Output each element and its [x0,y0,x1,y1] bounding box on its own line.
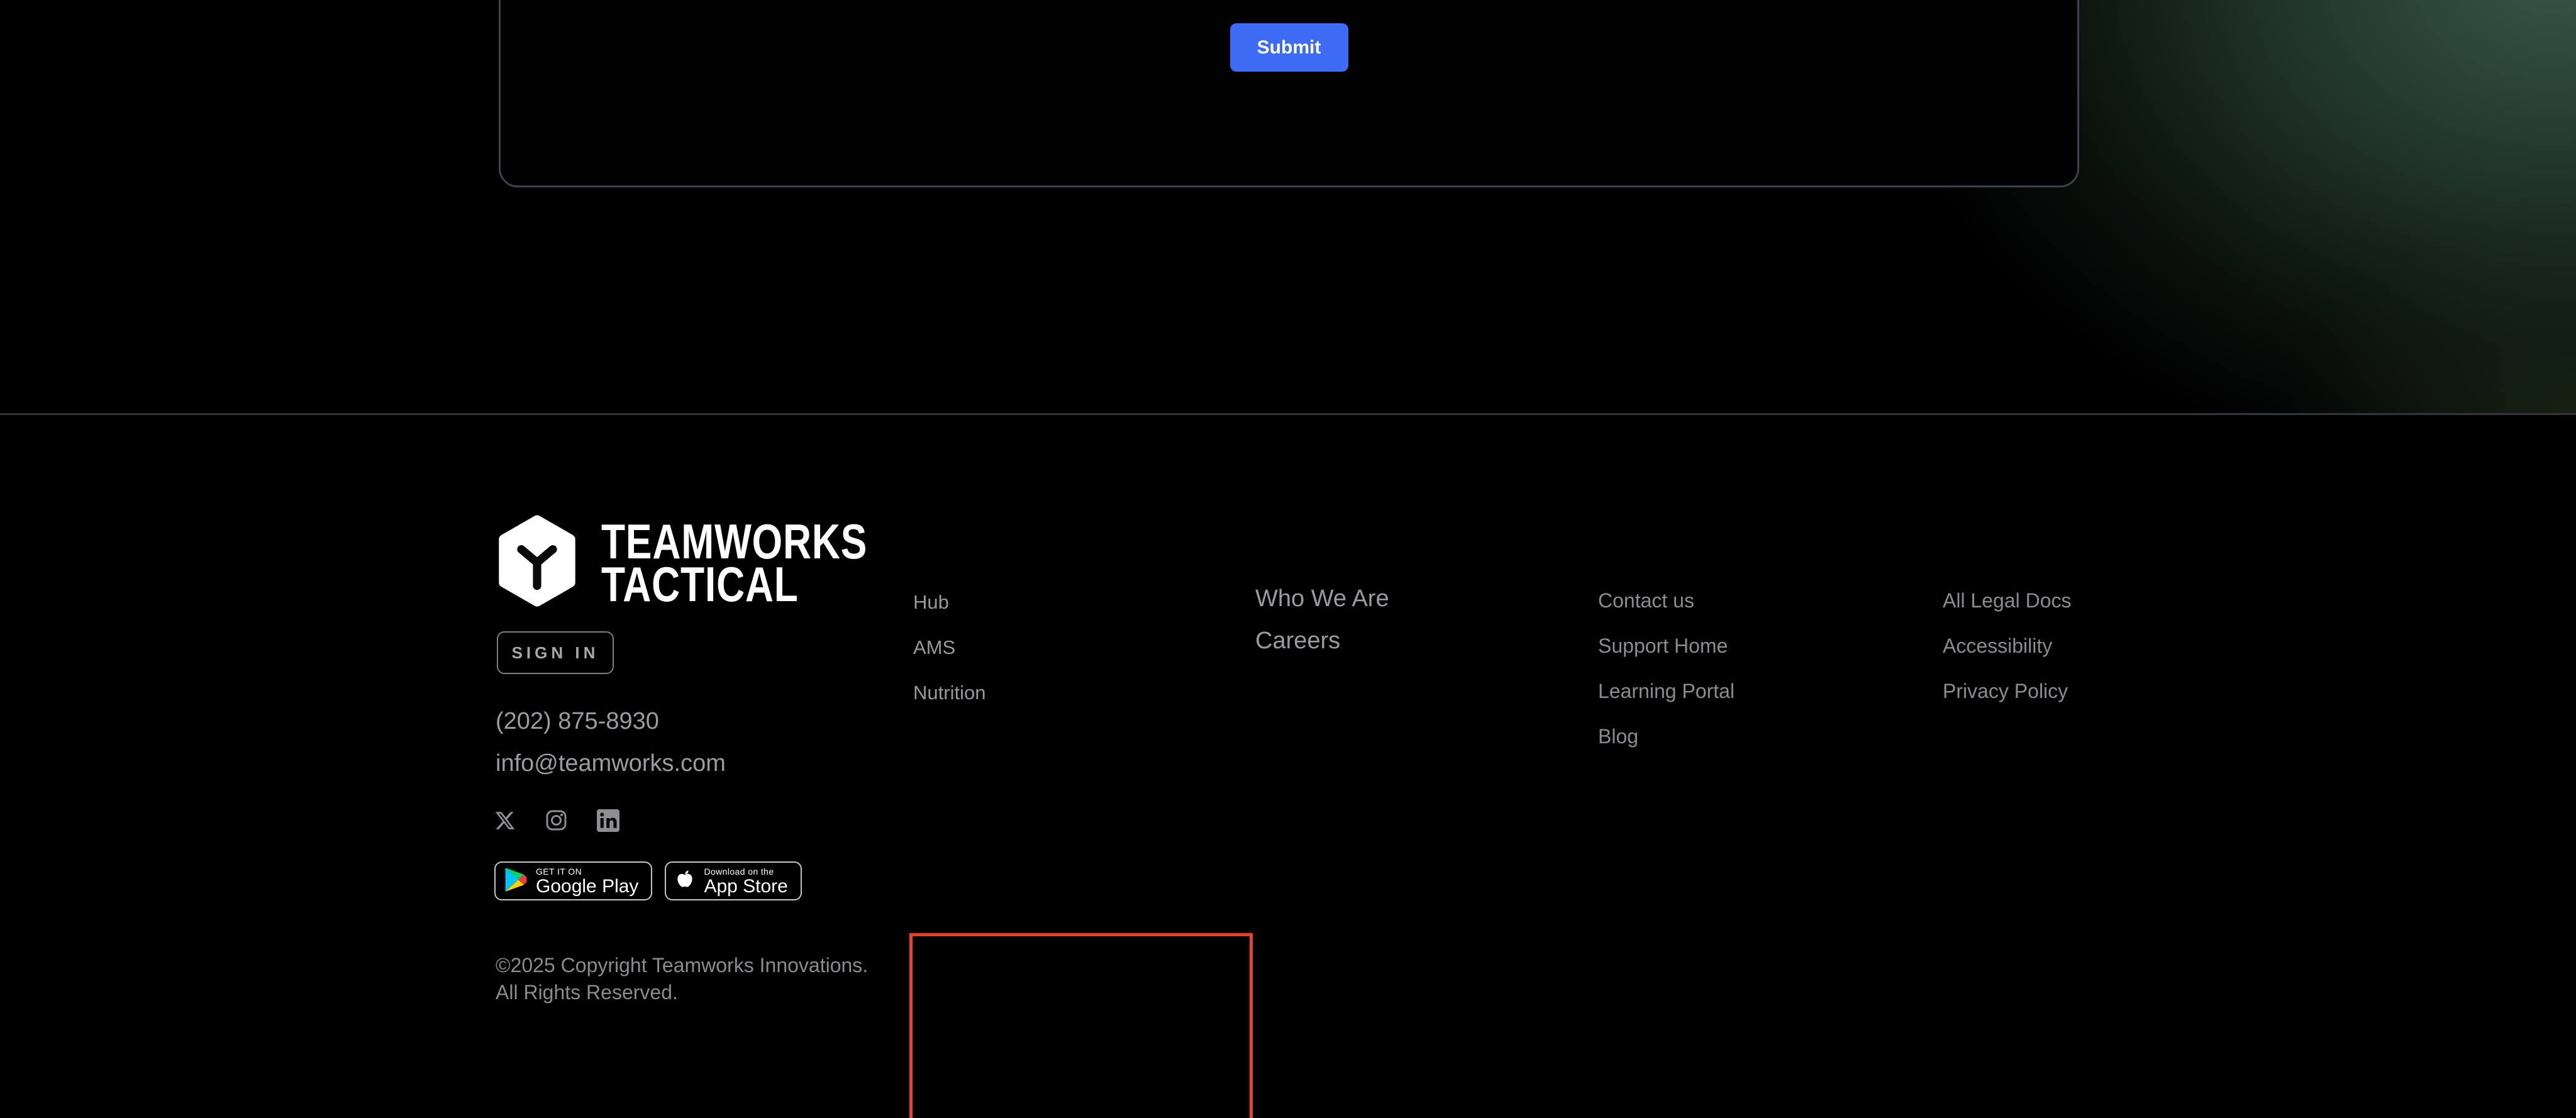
instagram-icon [545,809,568,835]
brand-wordmark: TEAMWORKS TACTICAL [601,520,867,606]
email-link[interactable]: info@teamworks.com [496,750,726,777]
footer-column-products: Hub AMS Nutrition [913,592,985,703]
footer-column-support: Contact us Support Home Learning Portal … [1598,590,1735,746]
submit-button[interactable]: Submit [1230,23,1348,72]
store-badges: GET IT ON Google Play Download on the Ap… [494,861,802,900]
copyright: ©2025 Copyright Teamworks Innovations. A… [496,952,868,1006]
footer-link-learning-portal[interactable]: Learning Portal [1598,681,1735,701]
copyright-line1: ©2025 Copyright Teamworks Innovations. [496,952,868,979]
google-play-badge[interactable]: GET IT ON Google Play [494,861,652,900]
app-store-name: App Store [704,877,787,896]
footer-link-careers[interactable]: Careers [1255,629,1389,653]
app-store-badge[interactable]: Download on the App Store [665,861,801,900]
phone-link[interactable]: (202) 875-8930 [496,708,659,735]
annotation-highlight-rectangle [909,933,1253,1118]
footer-column-company: Who We Are Careers [1255,587,1389,653]
sign-in-button[interactable]: SIGN IN [497,631,614,674]
apple-icon [674,867,696,895]
footer-column-legal: All Legal Docs Accessibility Privacy Pol… [1943,590,2072,701]
social-links [494,809,619,835]
linkedin-social-link[interactable] [597,809,619,835]
google-play-icon [504,866,528,896]
footer-link-all-legal-docs[interactable]: All Legal Docs [1943,590,2072,611]
footer-link-contact-us[interactable]: Contact us [1598,590,1735,611]
footer-link-privacy-policy[interactable]: Privacy Policy [1943,681,2072,701]
app-store-tagline: Download on the [704,866,787,877]
instagram-social-link[interactable] [545,809,568,835]
footer-link-accessibility[interactable]: Accessibility [1943,636,2072,656]
footer-link-support-home[interactable]: Support Home [1598,636,1735,656]
google-play-tagline: GET IT ON [536,866,638,877]
google-play-texts: GET IT ON Google Play [536,866,638,896]
footer-link-blog[interactable]: Blog [1598,726,1735,746]
brand-wordmark-line2: TACTICAL [601,563,867,606]
footer: TEAMWORKS TACTICAL SIGN IN (202) 875-893… [0,413,2576,1118]
footer-link-who-we-are[interactable]: Who We Are [1255,587,1389,611]
linkedin-icon [597,809,619,835]
teamworks-hexagon-y-icon [496,514,579,611]
form-card: Submit [499,0,2079,187]
footer-link-nutrition[interactable]: Nutrition [913,683,985,703]
footer-link-ams[interactable]: AMS [913,638,985,658]
footer-link-hub[interactable]: Hub [913,592,985,612]
x-icon [494,810,516,834]
google-play-name: Google Play [536,877,638,896]
page: Submit TEAMWORKS TACTICAL SIGN IN (202) … [0,0,2576,1118]
top-section: Submit [0,0,2576,413]
copyright-line2: All Rights Reserved. [496,979,868,1006]
x-social-link[interactable] [494,810,516,834]
brand-logo[interactable]: TEAMWORKS TACTICAL [496,514,934,611]
app-store-texts: Download on the App Store [704,866,787,896]
